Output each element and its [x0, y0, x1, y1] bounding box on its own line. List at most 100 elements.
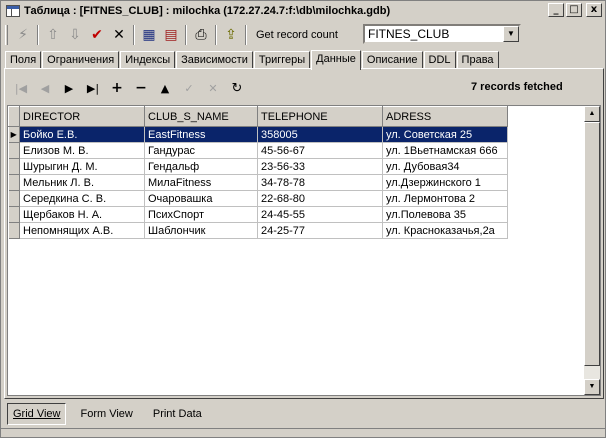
tab-description[interactable]: Описание	[361, 51, 423, 69]
cell-adress[interactable]: ул.Дзержинского 1	[382, 174, 508, 191]
post-record-icon[interactable]: ✓	[177, 77, 201, 99]
scroll-up-icon[interactable]: ▲	[584, 106, 600, 122]
maximize-button[interactable]: □	[566, 3, 582, 17]
header-indicator	[8, 106, 20, 127]
cell-club-name[interactable]: EastFitness	[144, 126, 258, 143]
view-switcher: Grid View Form View Print Data	[7, 403, 216, 425]
first-record-icon[interactable]: |◀	[9, 77, 33, 99]
printer-icon[interactable]: ⎙	[190, 24, 212, 46]
tab-ddl[interactable]: DDL	[423, 51, 456, 69]
grid-options-icon[interactable]: ▦	[138, 24, 160, 46]
chevron-down-icon[interactable]: ▼	[503, 26, 519, 42]
cell-club-name[interactable]: Шаблончик	[144, 222, 258, 239]
form-view-tab[interactable]: Form View	[74, 403, 138, 425]
cell-club-name[interactable]: МилаFitness	[144, 174, 258, 191]
cell-adress[interactable]: ул.Полевова 35	[382, 206, 508, 223]
export-icon[interactable]: ⇪	[220, 24, 242, 46]
cell-telephone[interactable]: 34-78-78	[257, 174, 383, 191]
get-record-count-button[interactable]: Get record count	[250, 25, 344, 45]
column-header-club-name[interactable]: CLUB_S_NAME	[144, 106, 258, 127]
cell-telephone[interactable]: 358005	[257, 126, 383, 143]
cell-adress[interactable]: ул. Советская 25	[382, 126, 508, 143]
cell-director[interactable]: Середкина С. В.	[19, 190, 145, 207]
title-bar[interactable]: Таблица : [FITNES_CLUB] : milochka (172.…	[2, 2, 604, 20]
row-indicator	[8, 158, 20, 175]
cell-club-name[interactable]: Очаровашка	[144, 190, 258, 207]
cell-telephone[interactable]: 24-45-55	[257, 206, 383, 223]
table-properties-icon[interactable]: ▤	[160, 24, 182, 46]
grid-view-tab[interactable]: Grid View	[7, 403, 67, 425]
tab-data[interactable]: Данные	[311, 50, 361, 70]
records-fetched-label: 7 records fetched	[471, 81, 563, 93]
cell-telephone[interactable]: 45-56-67	[257, 142, 383, 159]
print-data-tab[interactable]: Print Data	[147, 403, 208, 425]
cell-adress[interactable]: ул. Красноказачья,2а	[382, 222, 508, 239]
data-grid[interactable]: DIRECTOR CLUB_S_NAME TELEPHONE ADRESS ▶ …	[7, 105, 601, 396]
minimize-button[interactable]: _	[548, 3, 564, 17]
table-row[interactable]: Мельник Л. В. МилаFitness 34-78-78 ул.Дз…	[8, 174, 508, 191]
column-header-adress[interactable]: ADRESS	[382, 106, 508, 127]
scroll-down-icon[interactable]: ▼	[584, 379, 600, 395]
table-row[interactable]: Елизов М. В. Гандурас 45-56-67 ул. 1Вьет…	[8, 142, 508, 159]
toolbar-separator	[37, 25, 39, 45]
next-record-icon[interactable]: ▶	[57, 77, 81, 99]
cell-telephone[interactable]: 24-25-77	[257, 222, 383, 239]
delete-record-icon[interactable]: −	[129, 77, 153, 99]
table-select[interactable]: FITNES_CLUB ▼	[363, 24, 521, 44]
cell-telephone[interactable]: 22-68-80	[257, 190, 383, 207]
table-row[interactable]: Середкина С. В. Очаровашка 22-68-80 ул. …	[8, 190, 508, 207]
grid-header-row: DIRECTOR CLUB_S_NAME TELEPHONE ADRESS	[8, 106, 508, 127]
prior-record-icon[interactable]: ◀	[33, 77, 57, 99]
cell-director[interactable]: Непомнящих А.В.	[19, 222, 145, 239]
cell-club-name[interactable]: ПсихСпорт	[144, 206, 258, 223]
cell-adress[interactable]: ул. Лермонтова 2	[382, 190, 508, 207]
tab-bar: Поля Ограничения Индексы Зависимости Три…	[5, 49, 500, 70]
commit-check-icon[interactable]: ✔	[86, 24, 108, 46]
cell-director[interactable]: Мельник Л. В.	[19, 174, 145, 191]
table-select-value: FITNES_CLUB	[368, 27, 450, 41]
vertical-scrollbar[interactable]: ▲ ▼	[584, 106, 600, 395]
row-indicator	[8, 222, 20, 239]
tab-permissions[interactable]: Права	[456, 51, 499, 69]
column-header-telephone[interactable]: TELEPHONE	[257, 106, 383, 127]
cell-director[interactable]: Шурыгин Д. М.	[19, 158, 145, 175]
tab-constraints[interactable]: Ограничения	[42, 51, 120, 69]
window-controls: _ □ x	[548, 3, 602, 17]
window-title: Таблица : [FITNES_CLUB] : milochka (172.…	[24, 5, 391, 17]
tab-triggers[interactable]: Триггеры	[253, 51, 311, 69]
table-row[interactable]: Щербаков Н. А. ПсихСпорт 24-45-55 ул.Пол…	[8, 206, 508, 223]
rollback-x-icon[interactable]: ✕	[108, 24, 130, 46]
tab-indexes[interactable]: Индексы	[120, 51, 176, 69]
toolbar-separator	[133, 25, 135, 45]
table-row[interactable]: Шурыгин Д. М. Гендальф 23-56-33 ул. Дубо…	[8, 158, 508, 175]
table-row[interactable]: ▶ Бойко Е.В. EastFitness 358005 ул. Сове…	[8, 126, 508, 143]
cell-club-name[interactable]: Гендальф	[144, 158, 258, 175]
toolbar-separator	[185, 25, 187, 45]
column-header-director[interactable]: DIRECTOR	[19, 106, 145, 127]
row-indicator	[8, 206, 20, 223]
arrow-up-icon[interactable]: ⇧	[42, 24, 64, 46]
cell-telephone[interactable]: 23-56-33	[257, 158, 383, 175]
table-icon	[6, 5, 20, 17]
cell-director[interactable]: Елизов М. В.	[19, 142, 145, 159]
last-record-icon[interactable]: ▶|	[81, 77, 105, 99]
cancel-record-icon[interactable]: ✕	[201, 77, 225, 99]
close-button[interactable]: x	[586, 3, 602, 17]
lightning-icon[interactable]: ⚡	[12, 24, 34, 46]
cell-adress[interactable]: ул. Дубовая34	[382, 158, 508, 175]
arrow-down-icon[interactable]: ⇩	[64, 24, 86, 46]
cell-director[interactable]: Щербаков Н. А.	[19, 206, 145, 223]
table-row[interactable]: Непомнящих А.В. Шаблончик 24-25-77 ул. К…	[8, 222, 508, 239]
toolbar: ⚡ ⇧ ⇩ ✔ ✕ ▦ ▤ ⎙ ⇪ Get record count FITNE…	[3, 22, 603, 48]
tab-fields[interactable]: Поля	[5, 51, 42, 69]
refresh-icon[interactable]: ↻	[225, 77, 249, 99]
cell-club-name[interactable]: Гандурас	[144, 142, 258, 159]
scroll-thumb[interactable]	[584, 122, 600, 366]
row-indicator	[8, 190, 20, 207]
cell-director[interactable]: Бойко Е.В.	[19, 126, 145, 143]
cell-adress[interactable]: ул. 1Вьетнамская 666	[382, 142, 508, 159]
toolbar-grip	[5, 25, 8, 45]
edit-record-icon[interactable]: ▲	[153, 77, 177, 99]
tab-dependencies[interactable]: Зависимости	[176, 51, 253, 69]
insert-record-icon[interactable]: +	[105, 77, 129, 99]
